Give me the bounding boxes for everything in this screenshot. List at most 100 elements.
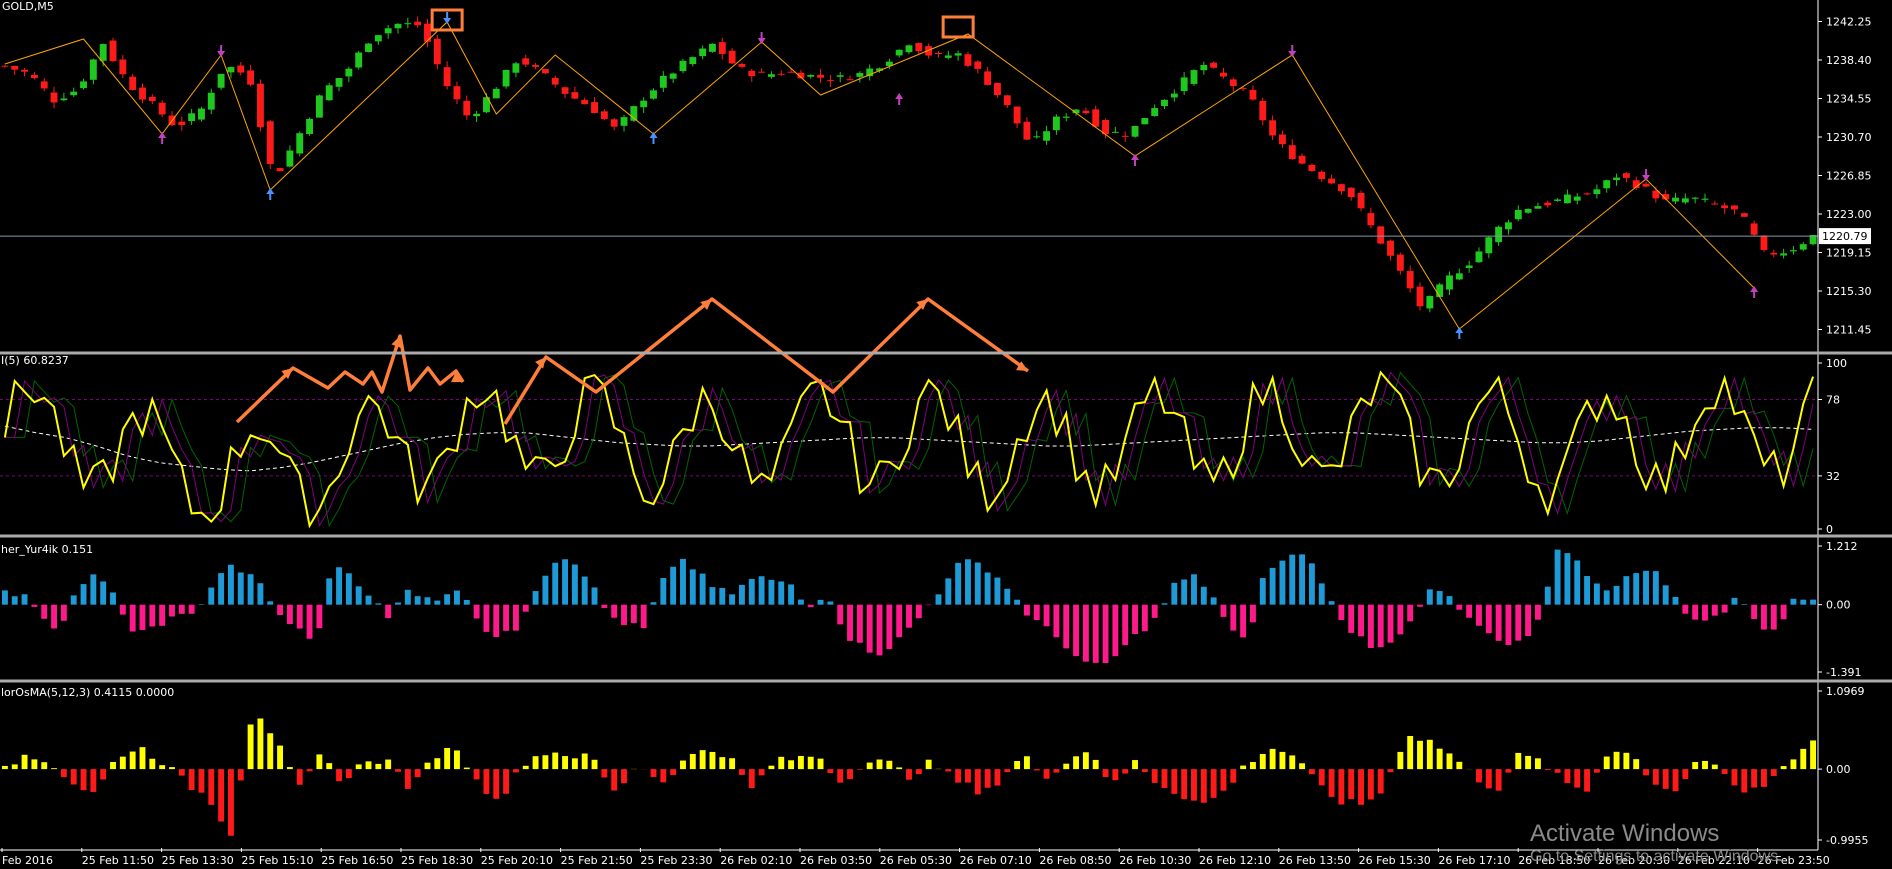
price-axis-tick-label: 1211.45 [1826,324,1872,337]
candle-body [1750,223,1758,235]
candle-body [758,71,766,73]
watermark-line2: Go to Settings to activate Windows. [1530,848,1783,865]
candle-body [129,76,137,90]
candle-body [1347,187,1355,198]
candle-body [1396,254,1404,271]
candle-body [325,85,333,101]
swing-marker-icon [649,132,658,144]
annotation-arrows [235,297,1030,425]
trading-chart[interactable]: 1220.79 1242.25 1238.40 1234.55 1230.70 1226… [0,0,1892,869]
panel-frames [0,0,1892,851]
candle-body [207,92,215,110]
osma-panel[interactable] [1,718,1817,836]
candle-body [1200,65,1208,71]
candle-body [296,133,304,154]
candle-body [984,71,992,85]
x-axis-label: 25 Feb 18:30 [401,854,473,867]
candle-body [1672,197,1679,202]
candle-body [905,45,913,53]
candle-body [1642,183,1650,187]
candle-body [414,21,422,26]
price-axis-tick-label: 1230.70 [1826,131,1872,144]
candle-body [935,53,942,55]
candle-body [463,100,471,116]
candle-body [1416,286,1424,307]
price-axis-tick-label: 1238.40 [1826,54,1872,67]
candle-body [1465,265,1473,269]
candle-body [404,23,412,25]
candle-body [1711,203,1719,205]
candle-body [1475,251,1483,263]
candle-body [728,50,736,64]
rsi-title: I(5) 60.8237 [1,354,69,367]
candle-body [266,121,274,165]
swing-marker-icon [1642,169,1651,181]
rsi-axis-tick-label: 78 [1826,394,1840,407]
candle-body [256,83,264,128]
candle-body [915,43,923,52]
candle-body [846,79,854,81]
candle-body [198,108,205,120]
candle-body [109,40,117,62]
candle-body [1622,173,1630,178]
fisher-axis-tick-label: -1.391 [1826,666,1861,679]
candle-body [433,38,441,65]
candle-body [306,118,313,134]
candle-body [80,81,87,89]
candle-body [571,92,579,99]
x-axis-label: 26 Feb 13:50 [1279,854,1351,867]
osma-title: lorOsMA(5,12,3) 0.4115 0.0000 [1,686,174,699]
candle-body [1387,240,1394,256]
candle-body [1583,193,1591,195]
candle-body [227,67,235,73]
candle-body [1082,110,1090,114]
candle-body [1318,171,1326,180]
candle-body [709,43,716,52]
candle-body [1681,198,1689,203]
candle-body [777,73,785,75]
candle-body [1308,164,1316,171]
x-axis-label: 26 Feb 17:10 [1438,854,1510,867]
price-panel[interactable]: 1220.79 [0,8,1871,339]
candle-body [1121,135,1129,137]
candle-body [1190,70,1198,84]
candle-body [1141,118,1149,125]
candle-body [954,53,962,56]
x-axis-label: 25 Feb 13:30 [162,854,234,867]
candle-body [1131,126,1139,137]
swing-marker-icon [217,45,226,57]
candle-body [1554,199,1562,201]
candle-body [247,70,255,85]
fisher-panel[interactable] [1,549,1817,663]
candle-body [787,71,795,73]
rsi-panel[interactable] [0,370,1818,529]
candle-body [1789,250,1797,252]
candle-body [345,68,353,77]
activate-windows-watermark: Activate Windows Go to Settings to activ… [1530,820,1783,866]
candle-body [1337,184,1345,192]
candle-body [502,69,510,87]
candle-body [1426,296,1434,309]
candle-body [394,23,402,29]
symbol-label: GOLD,M5 [2,0,54,13]
swing-marker-icon [895,93,904,105]
candle-body [1436,284,1444,297]
candle-body [718,42,726,54]
candle-body [1249,89,1257,100]
candle-body [1170,93,1178,98]
candle-body [139,87,146,100]
rsi-axis-tick-label: 0 [1826,523,1833,536]
candle-body [315,95,323,118]
candle-body [1043,131,1051,141]
swing-marker-icon [1455,327,1464,339]
candle-body [1357,192,1365,209]
candle-body [286,150,294,167]
candle-body [738,63,746,67]
price-axis-tick-label: 1223.00 [1826,208,1872,221]
candle-body [994,83,1001,96]
price-axis-tick-label: 1234.55 [1826,93,1872,106]
swing-marker-icon [1288,45,1297,57]
osma-axis-tick-label: -0.9955 [1826,834,1868,847]
x-axis-label: 25 Feb 11:50 [82,854,154,867]
candle-body [374,35,382,42]
